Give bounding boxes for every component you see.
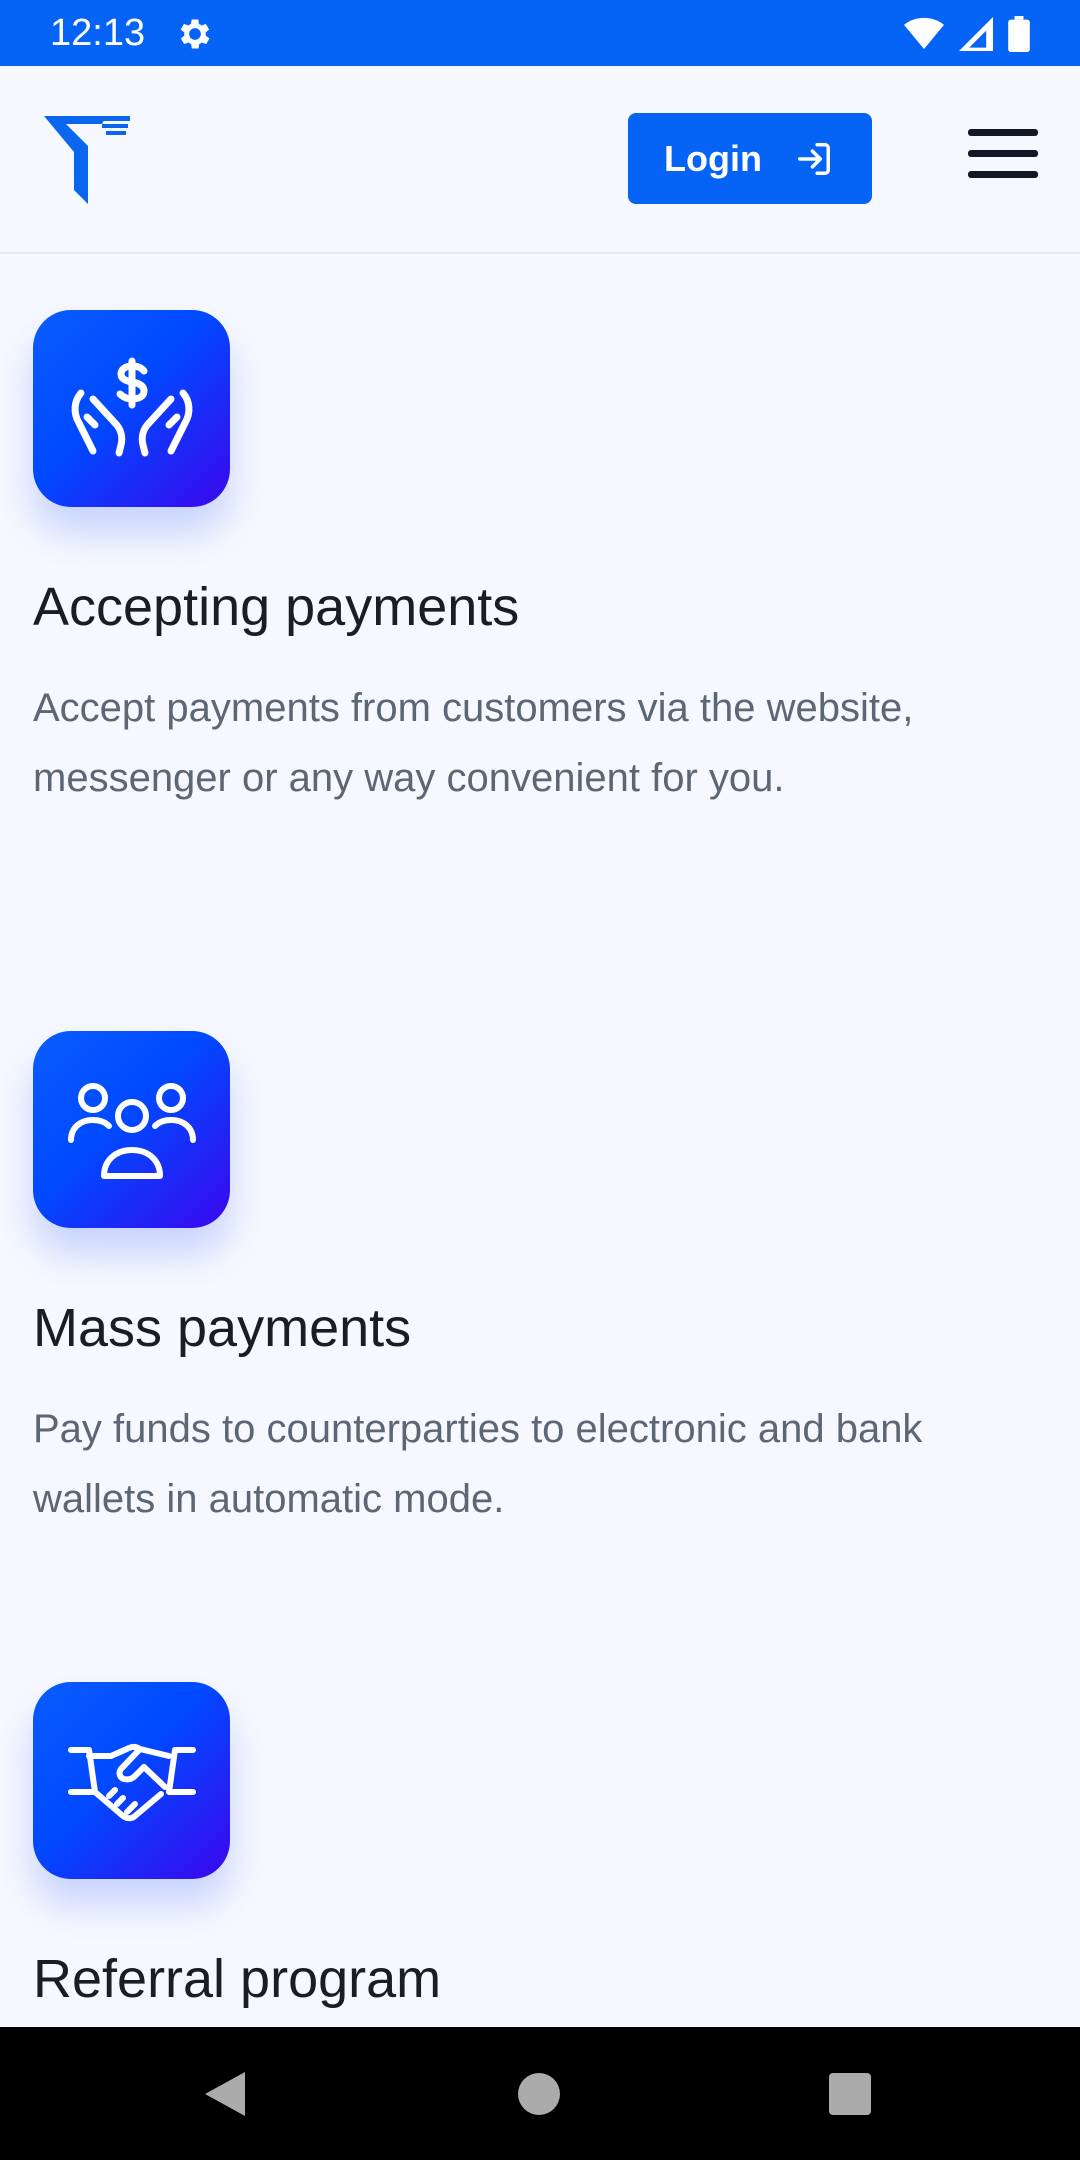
feature-title: Referral program — [33, 1949, 442, 2009]
gear-icon — [180, 19, 210, 49]
feature-accepting-payments: Accepting payments Accept payments from … — [33, 310, 1043, 813]
recents-square-icon[interactable] — [829, 2073, 871, 2115]
menu-line — [968, 150, 1038, 157]
feature-icon-tile — [33, 1031, 230, 1228]
feature-title: Mass payments — [33, 1298, 412, 1358]
login-arrow-icon — [798, 143, 830, 175]
menu-line — [968, 129, 1038, 136]
feature-title: Accepting payments — [33, 577, 520, 637]
login-button[interactable]: Login — [628, 113, 872, 204]
feature-description: Pay funds to counterparties to electroni… — [33, 1407, 923, 1521]
t-logo-icon[interactable] — [44, 112, 130, 204]
status-time: 12:13 — [50, 12, 146, 54]
feature-mass-payments: Mass payments Pay funds to counterpartie… — [33, 1031, 1043, 1534]
hands-dollar-icon — [71, 357, 192, 456]
feature-referral-program: Referral program — [33, 1682, 1043, 2045]
feature-icon-tile — [33, 1682, 230, 1879]
signal-icon — [959, 17, 993, 51]
login-button-label: Login — [664, 137, 762, 179]
handshake-icon — [67, 1743, 196, 1821]
home-circle-icon[interactable] — [518, 2073, 560, 2115]
wifi-icon — [904, 17, 944, 49]
feature-icon-tile — [33, 310, 230, 507]
hamburger-menu-icon[interactable] — [968, 129, 1038, 185]
menu-line — [968, 171, 1038, 178]
status-bar: 12:13 — [0, 0, 1080, 66]
feature-description: Accept payments from customers via the w… — [33, 686, 914, 800]
site-header: Login — [0, 66, 1080, 254]
users-group-icon — [67, 1082, 196, 1179]
back-triangle-icon[interactable] — [203, 2070, 247, 2118]
battery-icon — [1008, 16, 1030, 52]
status-icons — [904, 14, 1030, 54]
